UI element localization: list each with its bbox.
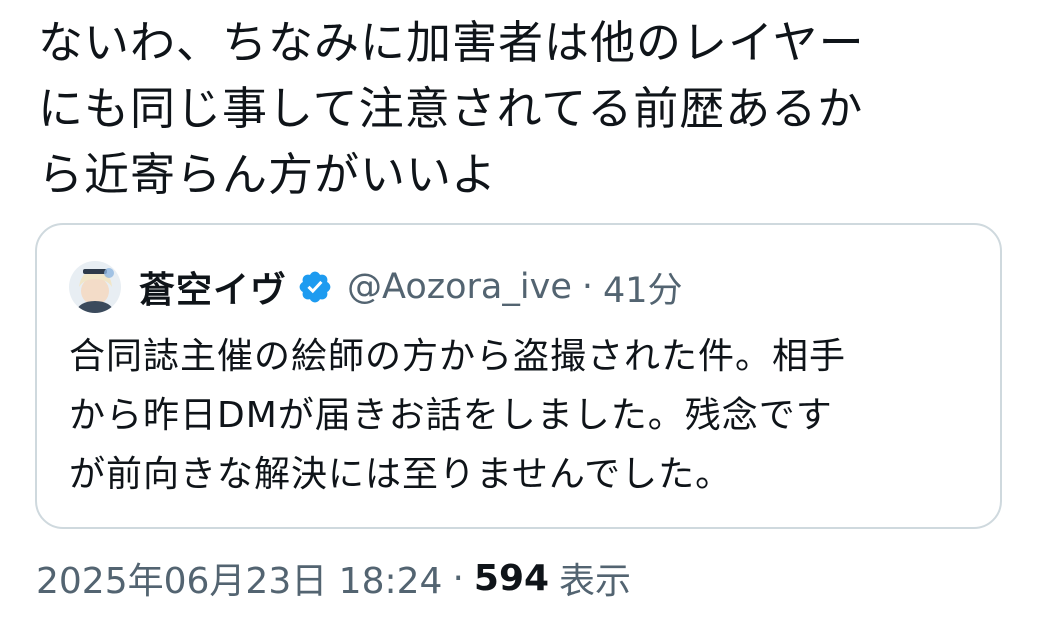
- tweet-text: ないわ、ちなみに加害者は他のレイヤー にも同じ事して注意されてる前歴あるか ら近…: [38, 16, 865, 201]
- display-name[interactable]: 蒼空イヴ: [139, 261, 287, 313]
- views-count: 594: [473, 557, 550, 599]
- handle[interactable]: @Aozora_ive: [347, 267, 572, 307]
- meta-separator: ·: [452, 557, 464, 599]
- verified-badge-icon: [297, 269, 333, 305]
- views-label: 表示: [559, 561, 632, 602]
- relative-time[interactable]: 41分: [603, 262, 683, 313]
- avatar[interactable]: [69, 261, 121, 313]
- tweet: ないわ、ちなみに加害者は他のレイヤー にも同じ事して注意されてる前歴あるか ら近…: [0, 0, 1037, 625]
- quoted-tweet-card[interactable]: 蒼空イヴ @Aozora_ive · 41分 合同誌主催の絵師の方から盗撮された…: [35, 223, 1002, 529]
- timestamp[interactable]: 2025年06月23日 18:24: [36, 552, 442, 604]
- quoted-tweet-header: 蒼空イヴ @Aozora_ive · 41分: [69, 257, 683, 317]
- quoted-tweet-text: 合同誌主催の絵師の方から盗撮された件。相手 から昨日DMが届きお話をしました。残…: [69, 336, 847, 495]
- header-separator: ·: [581, 267, 593, 307]
- tweet-meta: 2025年06月23日 18:24 · 594 表示: [36, 548, 631, 608]
